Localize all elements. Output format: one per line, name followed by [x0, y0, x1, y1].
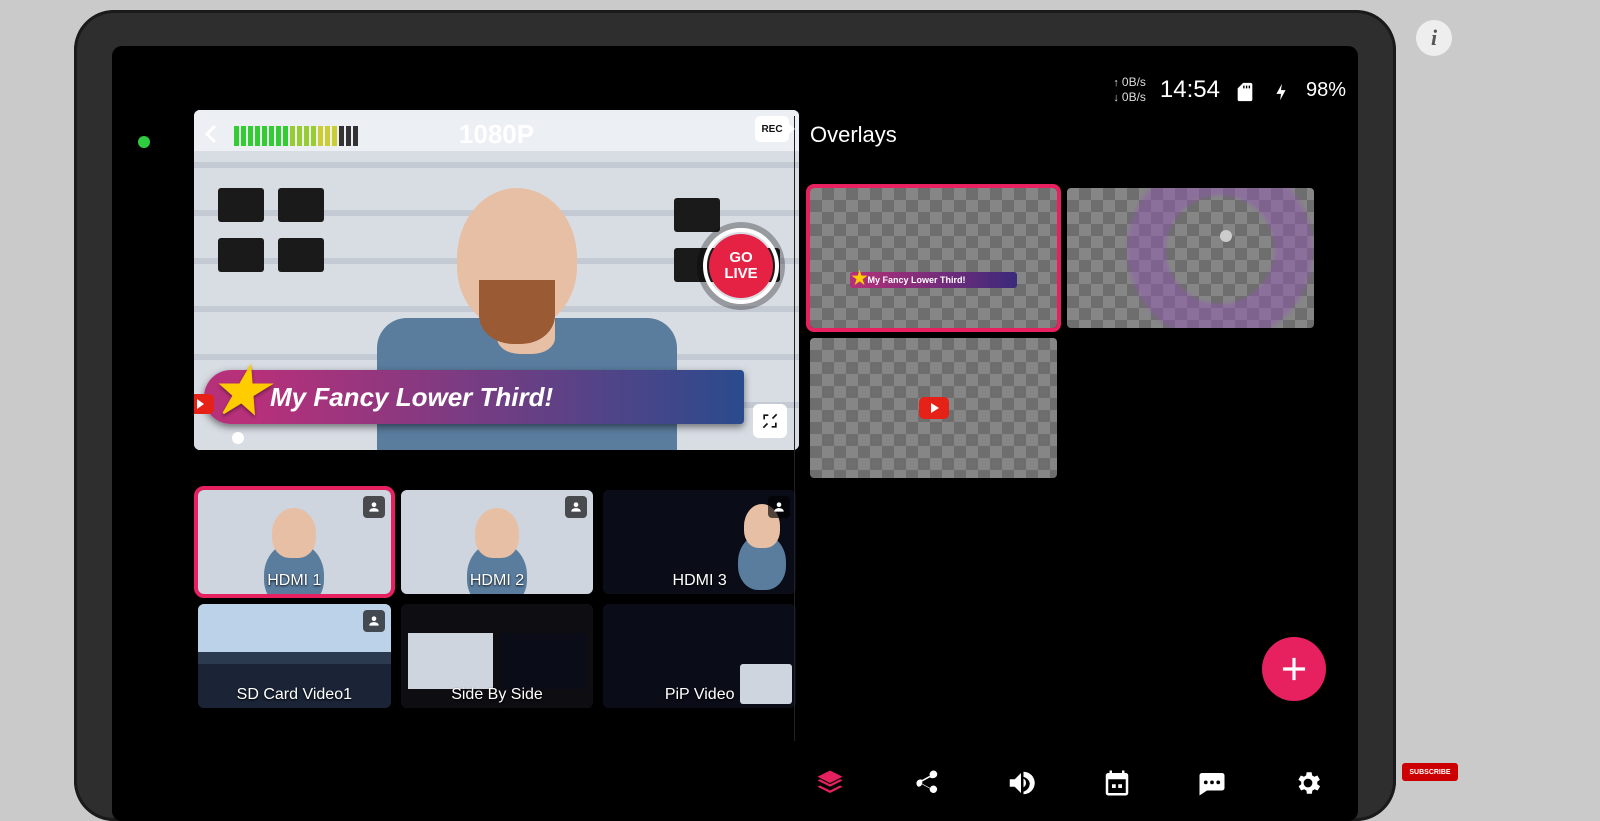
source-label: HDMI 3	[603, 572, 796, 590]
person-icon	[363, 610, 385, 632]
bottom-tab-bar	[810, 763, 1328, 803]
device-frame: i SUBSCRIBE 0B/s 0B/s 14:54 98%	[74, 10, 1396, 821]
tab-audio[interactable]	[1001, 763, 1041, 803]
subscribe-badge[interactable]: SUBSCRIBE	[1402, 763, 1458, 781]
source-side-by-side[interactable]: Side By Side	[401, 604, 594, 708]
battery-percent: 98%	[1306, 79, 1346, 102]
overlays-heading: Overlays	[810, 122, 897, 148]
overlay-youtube-bug[interactable]	[810, 338, 1057, 478]
program-preview: 1080P REC GO LIVE ★ My Fancy Lower Third…	[194, 110, 799, 450]
overlay-lower-third[interactable]: My Fancy Lower Third!	[810, 188, 1057, 328]
network-rate: 0B/s 0B/s	[1113, 75, 1146, 105]
add-overlay-button[interactable]	[1262, 637, 1326, 701]
tab-schedule[interactable]	[1097, 763, 1137, 803]
info-icon[interactable]: i	[1416, 20, 1452, 56]
overlay-mini-text: My Fancy Lower Third!	[850, 272, 1018, 288]
source-hdmi-2[interactable]: HDMI 2	[401, 490, 594, 594]
person-icon	[768, 496, 790, 518]
charging-icon	[1270, 81, 1292, 99]
source-grid: HDMI 1 HDMI 2 HDMI 3 SD Card Video1 Side…	[198, 490, 796, 708]
clock: 14:54	[1160, 76, 1220, 104]
source-label: HDMI 2	[401, 572, 594, 590]
star-icon: ★	[210, 354, 267, 429]
source-label: Side By Side	[401, 686, 594, 704]
record-button[interactable]: REC	[755, 116, 789, 142]
source-label: HDMI 1	[198, 572, 391, 590]
source-hdmi-1[interactable]: HDMI 1	[198, 490, 391, 594]
tab-layers[interactable]	[810, 763, 850, 803]
back-chevron-icon[interactable]	[200, 122, 224, 146]
tab-chat[interactable]	[1192, 763, 1232, 803]
source-hdmi-3[interactable]: HDMI 3	[603, 490, 796, 594]
overlay-lens-flare[interactable]	[1067, 188, 1314, 328]
person-icon	[363, 496, 385, 518]
panel-divider	[794, 116, 795, 741]
source-label: PiP Video	[603, 686, 796, 704]
sd-card-icon	[1234, 81, 1256, 99]
lower-third-text: My Fancy Lower Third!	[270, 382, 553, 413]
overlay-grid: My Fancy Lower Third!	[810, 188, 1314, 478]
source-sd-card[interactable]: SD Card Video1	[198, 604, 391, 708]
tab-share[interactable]	[906, 763, 946, 803]
app-screen: 0B/s 0B/s 14:54 98%	[112, 46, 1358, 821]
audio-meter	[234, 122, 358, 146]
youtube-icon	[919, 397, 949, 419]
person-icon	[565, 496, 587, 518]
status-dot	[138, 136, 150, 148]
fullscreen-button[interactable]	[753, 404, 787, 438]
tab-settings[interactable]	[1288, 763, 1328, 803]
status-bar: 0B/s 0B/s 14:54 98%	[1113, 70, 1346, 110]
resolution-label: 1080P	[459, 119, 534, 150]
pager-dot	[232, 432, 244, 444]
go-live-button[interactable]: GO LIVE	[703, 228, 779, 304]
lower-third-overlay: ★ My Fancy Lower Third!	[204, 370, 744, 424]
source-pip[interactable]: PiP Video	[603, 604, 796, 708]
source-label: SD Card Video1	[198, 686, 391, 704]
